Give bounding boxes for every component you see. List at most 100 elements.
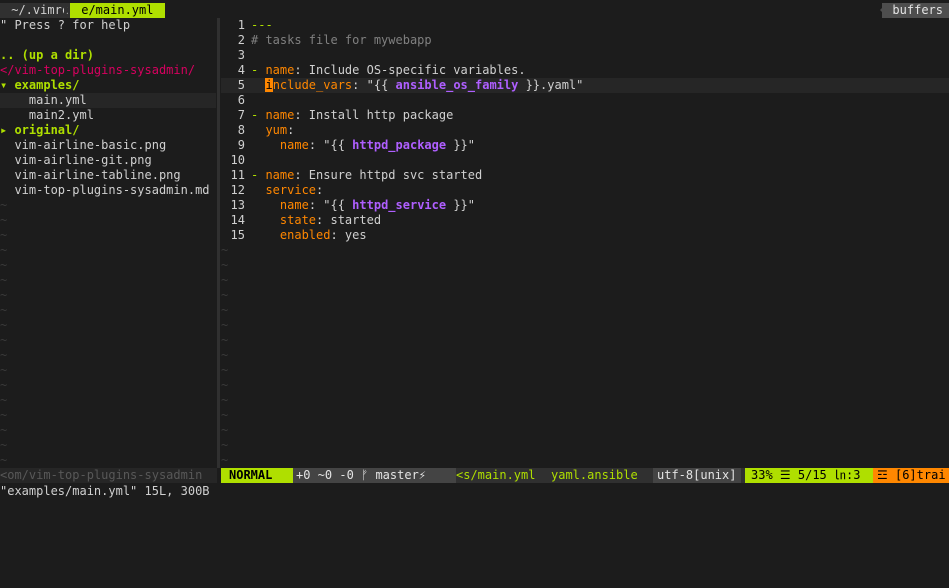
line-number: 7 <box>237 108 245 122</box>
code-token: ansible_os_family <box>395 78 519 92</box>
code-token: name <box>265 108 295 122</box>
code-token: - <box>251 63 266 77</box>
empty-line-tilde: ~ <box>221 453 229 467</box>
empty-line-tilde: ~ <box>0 333 8 347</box>
empty-line-tilde: ~ <box>221 408 229 422</box>
code-token: : <box>287 123 295 137</box>
empty-line-tilde: ~ <box>221 303 229 317</box>
code-token: : <box>316 183 324 197</box>
code-line[interactable]: 10 <box>221 153 949 168</box>
text-cursor: i <box>265 78 273 92</box>
window-divider[interactable] <box>217 18 220 468</box>
code-line[interactable]: 15 enabled: yes <box>221 228 949 243</box>
empty-line-tilde: ~ <box>0 363 8 377</box>
empty-line-tilde: ~ <box>0 453 8 467</box>
tree-file-item[interactable]: vim-airline-tabline.png <box>0 168 216 183</box>
code-token: - <box>251 168 266 182</box>
line-number: 5 <box>237 78 245 92</box>
code-line[interactable]: 5 include_vars: "{{ ansible_os_family }}… <box>221 78 949 93</box>
tree-dir-item[interactable]: ▸ original/ <box>0 123 216 138</box>
tab-main-yml[interactable]: e/main.yml <box>70 3 165 18</box>
line-number: 14 <box>230 213 245 227</box>
code-token: : yes <box>330 228 367 242</box>
tab-vimrc[interactable]: ~/.vimrc <box>0 3 72 18</box>
nerdtree-statusline: <om/vim-top-plugins-sysadmin <box>0 468 217 483</box>
empty-line-tilde: ~ <box>221 348 229 362</box>
code-token: : "{{ <box>308 198 353 212</box>
empty-line-tilde: ~ <box>0 213 8 227</box>
tree-file-item[interactable]: vim-top-plugins-sysadmin.md <box>0 183 216 198</box>
code-line[interactable]: 9 name: "{{ httpd_package }}" <box>221 138 949 153</box>
editor-pane[interactable]: 1 --- 2 # tasks file for mywebapp 3 4- name: … <box>221 18 949 468</box>
empty-line-tilde: ~ <box>221 363 229 377</box>
empty-line-tilde: ~ <box>221 258 229 272</box>
code-token: nclude_vars <box>272 78 353 92</box>
tree-file-item[interactable]: vim-airline-basic.png <box>0 138 216 153</box>
tree-blank-row <box>0 33 216 48</box>
code-token: }}" <box>446 198 475 212</box>
tree-up-dir[interactable]: .. (up a dir) <box>0 48 216 63</box>
tree-file-item[interactable]: vim-airline-git.png <box>0 153 216 168</box>
tree-root-dir[interactable]: </vim-top-plugins-sysadmin/ <box>0 63 216 78</box>
code-line[interactable]: 11- name: Ensure httpd svc started <box>221 168 949 183</box>
empty-line-tilde: ~ <box>221 333 229 347</box>
line-number: 1 <box>237 18 245 32</box>
buffers-label: buffers <box>882 3 949 18</box>
empty-line-tilde: ~ <box>0 258 8 272</box>
line-number: 6 <box>237 93 245 107</box>
empty-line-tilde: ~ <box>221 393 229 407</box>
warning-section: ☲ [6]trai <box>873 468 949 483</box>
code-line[interactable]: 1 --- <box>221 18 949 33</box>
line-number: 4 <box>237 63 245 77</box>
git-branch-section: +0 ~0 -0 ᚠ master⚡ <box>293 468 456 483</box>
code-token: # tasks file for mywebapp <box>251 33 432 47</box>
code-line[interactable]: 3 <box>221 48 949 63</box>
code-token: name <box>279 138 309 152</box>
tree-dir-item[interactable]: ▾ examples/ <box>0 78 216 93</box>
code-token: name <box>265 168 295 182</box>
empty-line-tilde: ~ <box>221 378 229 392</box>
code-token: : "{{ <box>352 78 396 92</box>
empty-line-tilde: ~ <box>0 348 8 362</box>
line-number: 10 <box>230 153 245 167</box>
code-token: : Include OS-specific variables. <box>294 63 526 77</box>
command-line[interactable]: "examples/main.yml" 15L, 300B <box>0 484 949 499</box>
empty-line-tilde: ~ <box>0 318 8 332</box>
code-line[interactable]: 12 service: <box>221 183 949 198</box>
empty-line-tilde: ~ <box>0 408 8 422</box>
tree-file-item[interactable]: main.yml <box>0 93 216 108</box>
empty-line-tilde: ~ <box>221 318 229 332</box>
code-token: name <box>279 198 309 212</box>
empty-line-tilde: ~ <box>0 303 8 317</box>
cursor-position-section: 33% ☰ 5/15 ㏑:3 <box>745 468 879 483</box>
code-line[interactable]: 4- name: Include OS-specific variables. <box>221 63 949 78</box>
code-token: httpd_package <box>352 138 447 152</box>
code-line[interactable]: 13 name: "{{ httpd_service }}" <box>221 198 949 213</box>
empty-line-tilde: ~ <box>0 378 8 392</box>
nerdtree-panel[interactable]: " Press ? for help .. (up a dir) </vim-top… <box>0 18 216 468</box>
empty-line-tilde: ~ <box>221 288 229 302</box>
code-line[interactable]: 7- name: Install http package <box>221 108 949 123</box>
empty-line-tilde: ~ <box>0 423 8 437</box>
line-number: 15 <box>230 228 245 242</box>
tree-help-text: " Press ? for help <box>0 18 131 32</box>
line-number: 2 <box>237 33 245 47</box>
tree-file-item[interactable]: main2.yml <box>0 108 216 123</box>
code-token: : "{{ <box>308 138 353 152</box>
line-number: 13 <box>230 198 245 212</box>
code-line[interactable]: 2 # tasks file for mywebapp <box>221 33 949 48</box>
code-line[interactable]: 8 yum: <box>221 123 949 138</box>
empty-line-tilde: ~ <box>0 393 8 407</box>
code-line[interactable]: 14 state: started <box>221 213 949 228</box>
code-token: : started <box>316 213 382 227</box>
code-line[interactable]: 6 <box>221 93 949 108</box>
line-number: 9 <box>237 138 245 152</box>
empty-line-tilde: ~ <box>221 438 229 452</box>
code-token: - <box>251 108 266 122</box>
